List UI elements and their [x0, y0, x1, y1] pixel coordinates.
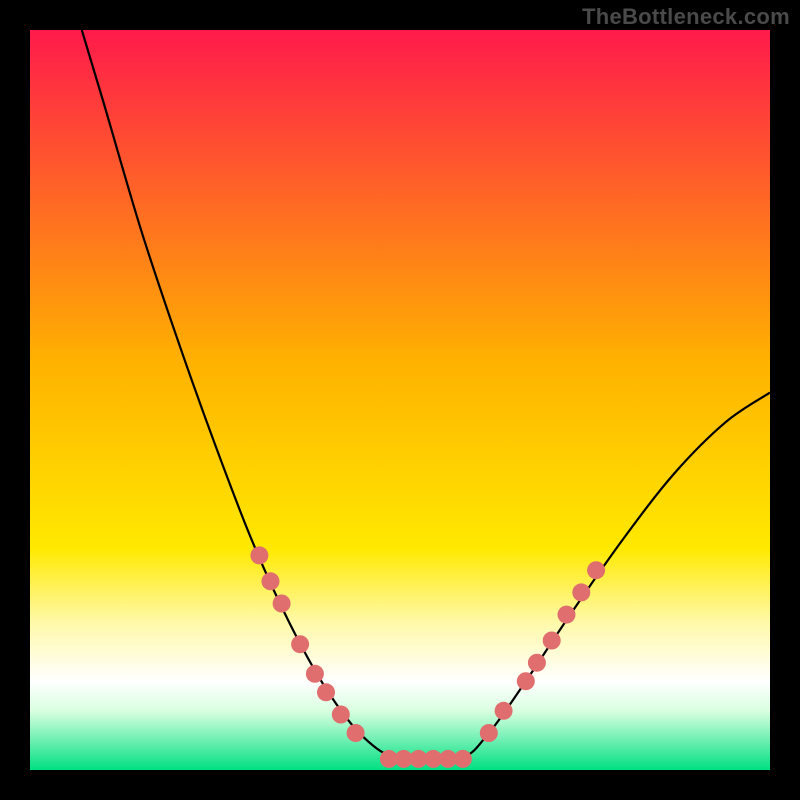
gradient-background — [30, 30, 770, 770]
marker-left — [262, 572, 280, 590]
marker-flat — [454, 750, 472, 768]
marker-left — [250, 546, 268, 564]
marker-left — [317, 683, 335, 701]
marker-right — [558, 606, 576, 624]
marker-left — [332, 706, 350, 724]
marker-left — [273, 595, 291, 613]
chart-svg — [0, 0, 800, 800]
marker-right — [495, 702, 513, 720]
marker-right — [543, 632, 561, 650]
marker-left — [291, 635, 309, 653]
chart-container: TheBottleneck.com — [0, 0, 800, 800]
marker-right — [517, 672, 535, 690]
marker-right — [528, 654, 546, 672]
marker-right — [480, 724, 498, 742]
marker-left — [347, 724, 365, 742]
marker-right — [572, 583, 590, 601]
marker-left — [306, 665, 324, 683]
marker-right — [587, 561, 605, 579]
